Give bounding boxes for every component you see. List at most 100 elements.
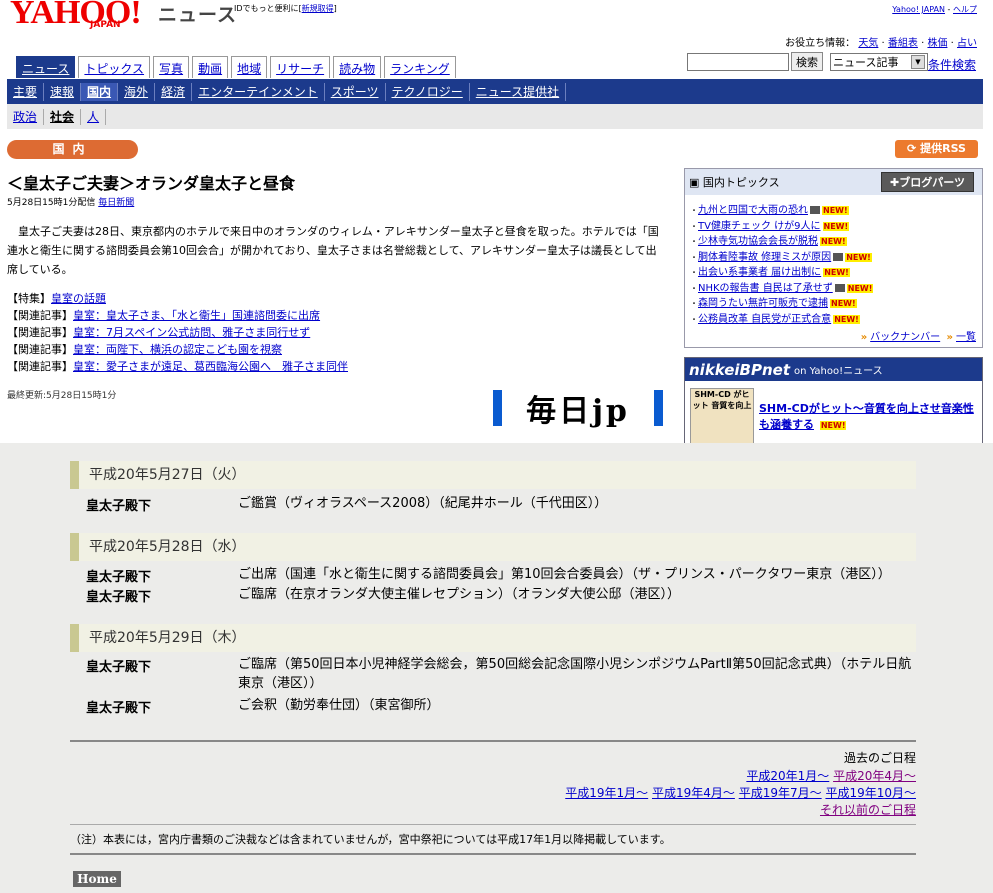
sub-society[interactable]: 社会 — [44, 108, 82, 125]
blog-parts-icon: ✚ — [890, 176, 900, 189]
search-type-select[interactable]: ニュース記事 ▼ — [830, 53, 928, 71]
schedule-who: 皇太子殿下 — [86, 499, 152, 514]
subcategory-bar: 政治 社会 人 — [7, 104, 983, 129]
past-link[interactable]: 平成19年7月～ — [739, 786, 822, 800]
rss-label: 提供RSS — [920, 142, 966, 155]
cat-entertainment[interactable]: エンターテインメント — [192, 82, 325, 101]
tagline-end: ] — [333, 4, 337, 13]
topic-link[interactable]: 九州と四国で大雨の恐れ — [698, 205, 808, 216]
weather-link[interactable]: 天気 — [858, 38, 878, 49]
tab-research[interactable]: リサーチ — [270, 56, 331, 78]
past-link[interactable]: 平成19年10月～ — [825, 786, 916, 800]
camera-icon — [833, 252, 844, 261]
past-link[interactable]: 平成20年4月～ — [833, 769, 916, 783]
help-link[interactable]: ヘルプ — [953, 5, 977, 14]
fortune-link[interactable]: 占い — [957, 38, 977, 49]
article-date: 5月28日15時1分配信 — [7, 198, 96, 208]
sub-people[interactable]: 人 — [81, 108, 107, 125]
topics-panel: ▣ 国内トピックス ✚ブログパーツ 九州と四国で大雨の恐れNEW!TV健康チェッ… — [684, 168, 983, 348]
mainichi-jp-logo[interactable]: 毎日jp — [493, 389, 663, 429]
source-link[interactable]: 毎日新聞 — [98, 198, 134, 208]
related-link[interactable]: 皇室：愛子さまが遠足、葛西臨海公園へ 雅子さま同伴 — [73, 360, 348, 373]
new-badge: NEW! — [819, 421, 847, 430]
camera-icon — [810, 206, 820, 214]
chevron-down-icon[interactable]: ▼ — [911, 55, 925, 69]
nikkei-thumbnail[interactable]: SHM-CD がヒット 音質を向上 — [690, 388, 754, 446]
topic-item: 胴体着陸事故 修理ミスが原因 NEW! — [698, 250, 982, 266]
day-heading: 平成20年5月27日（火） — [70, 461, 916, 489]
new-badge: NEW! — [823, 268, 850, 277]
topic-link[interactable]: 森岡うたい無許可販売で逮捕 — [698, 298, 828, 309]
topic-link[interactable]: 出会い系事業者 届け出制に — [698, 267, 821, 278]
related-link[interactable]: 皇室の話題 — [51, 292, 106, 305]
cat-providers[interactable]: ニュース提供社 — [470, 82, 567, 101]
tab-topics[interactable]: トピックス — [78, 56, 151, 78]
topic-link[interactable]: 公務員改革 自民党が正式合意 — [698, 314, 831, 325]
cat-sports[interactable]: スポーツ — [325, 82, 386, 101]
nikkei-article-link[interactable]: SHM-CDがヒット～音質を向上させ音楽性も涵養する — [759, 402, 974, 431]
chevron-right-icon: » — [860, 332, 868, 343]
header-tagline: IDでもっと便利に[新規取得] — [234, 3, 337, 14]
register-link[interactable]: 新規取得 — [302, 4, 334, 13]
topic-item: 出会い系事業者 届け出制にNEW! — [698, 265, 982, 281]
yahoo-japan-links: Yahoo! JAPAN - ヘルプ — [892, 4, 977, 15]
search-select-value: ニュース記事 — [833, 56, 899, 69]
cat-domestic[interactable]: 国内 — [81, 82, 119, 101]
new-badge: NEW! — [820, 237, 847, 246]
sub-politics[interactable]: 政治 — [7, 108, 45, 125]
tab-reading[interactable]: 読み物 — [333, 56, 382, 78]
tab-news[interactable]: ニュース — [16, 56, 76, 78]
cat-world[interactable]: 海外 — [118, 82, 156, 101]
cat-breaking[interactable]: 速報 — [44, 82, 82, 101]
new-badge: NEW! — [845, 252, 872, 262]
camera-icon — [834, 283, 845, 292]
advanced-search-link[interactable]: 条件検索 — [928, 56, 976, 73]
news-title[interactable]: ニュース — [158, 0, 237, 27]
yahoo-logo[interactable]: YAHOO! — [10, 0, 142, 32]
yahoo-japan-link[interactable]: Yahoo! JAPAN — [892, 5, 945, 14]
new-badge: NEW! — [822, 206, 849, 215]
search-button[interactable]: 検索 — [791, 52, 823, 71]
stock-link[interactable]: 株価 — [927, 38, 947, 49]
schedule-what: ご臨席（在京オランダ大使主催レセプション）（オランダ大使公邸（港区）） — [238, 587, 681, 602]
cat-technology[interactable]: テクノロジー — [386, 82, 470, 101]
past-link[interactable]: 平成20年1月～ — [746, 769, 829, 783]
related-link[interactable]: 皇室：両陛下、横浜の認定こども園を視察 — [73, 343, 282, 356]
related-link[interactable]: 皇室：7月スペイン公式訪問、雅子さま同行せず — [73, 326, 310, 339]
topic-item: 森岡うたい無許可販売で逮捕NEW! — [698, 296, 982, 312]
yahoo-logo-sub: JAPAN — [90, 20, 121, 30]
new-badge: NEW! — [833, 314, 860, 324]
tv-link[interactable]: 番組表 — [888, 38, 918, 49]
past-link[interactable]: 平成19年4月～ — [652, 786, 735, 800]
backnumber-link[interactable]: バックナンバー — [870, 332, 940, 343]
new-badge: NEW! — [846, 283, 874, 293]
article-meta: 5月28日15時1分配信 毎日新聞 — [7, 195, 134, 208]
tab-ranking[interactable]: ランキング — [384, 56, 456, 78]
cat-economy[interactable]: 経済 — [155, 82, 193, 101]
related-prefix: 【関連記事】 — [7, 360, 73, 373]
cat-main[interactable]: 主要 — [7, 82, 45, 101]
search-input[interactable] — [687, 53, 789, 71]
related-prefix: 【特集】 — [7, 292, 51, 305]
blog-parts-button[interactable]: ✚ブログパーツ — [881, 172, 974, 192]
schedule-what: ご臨席（第50回日本小児神経学会総会，第50回総会記念国際小児シンポジウムPar… — [238, 657, 912, 691]
topic-item: TV健康チェック けが9人にNEW! — [698, 219, 982, 235]
schedule-section: 平成20年5月27日（火） 皇太子殿下 ご鑑賞（ヴィオラスペース2008）（紀尾… — [0, 443, 993, 893]
related-link[interactable]: 皇室：皇太子さま、「水と衛生」国連諮問委に出席 — [73, 309, 320, 322]
list-link[interactable]: 一覧 — [956, 332, 976, 343]
related-item: 【関連記事】皇室：皇太子さま、「水と衛生」国連諮問委に出席 — [7, 307, 348, 324]
tab-video[interactable]: 動画 — [192, 56, 229, 78]
topic-link[interactable]: TV健康チェック けが9人に — [698, 221, 821, 232]
topic-link[interactable]: 胴体着陸事故 修理ミスが原因 — [698, 252, 831, 263]
tab-photos[interactable]: 写真 — [153, 56, 190, 78]
tab-region[interactable]: 地域 — [231, 56, 268, 78]
nikkei-brand[interactable]: nikkeiBPnet — [689, 361, 790, 379]
related-prefix: 【関連記事】 — [7, 309, 73, 322]
sep: - — [945, 5, 953, 14]
past-link[interactable]: 平成19年1月～ — [565, 786, 648, 800]
topic-link[interactable]: NHKの報告書 自民は了承せず — [698, 283, 833, 294]
home-button[interactable]: Home — [73, 871, 121, 887]
older-schedule-link[interactable]: それ以前のご日程 — [820, 803, 916, 817]
topic-link[interactable]: 少林寺気功協会会長が脱税 — [698, 236, 818, 247]
rss-button[interactable]: ⟳ 提供RSS — [895, 140, 978, 158]
